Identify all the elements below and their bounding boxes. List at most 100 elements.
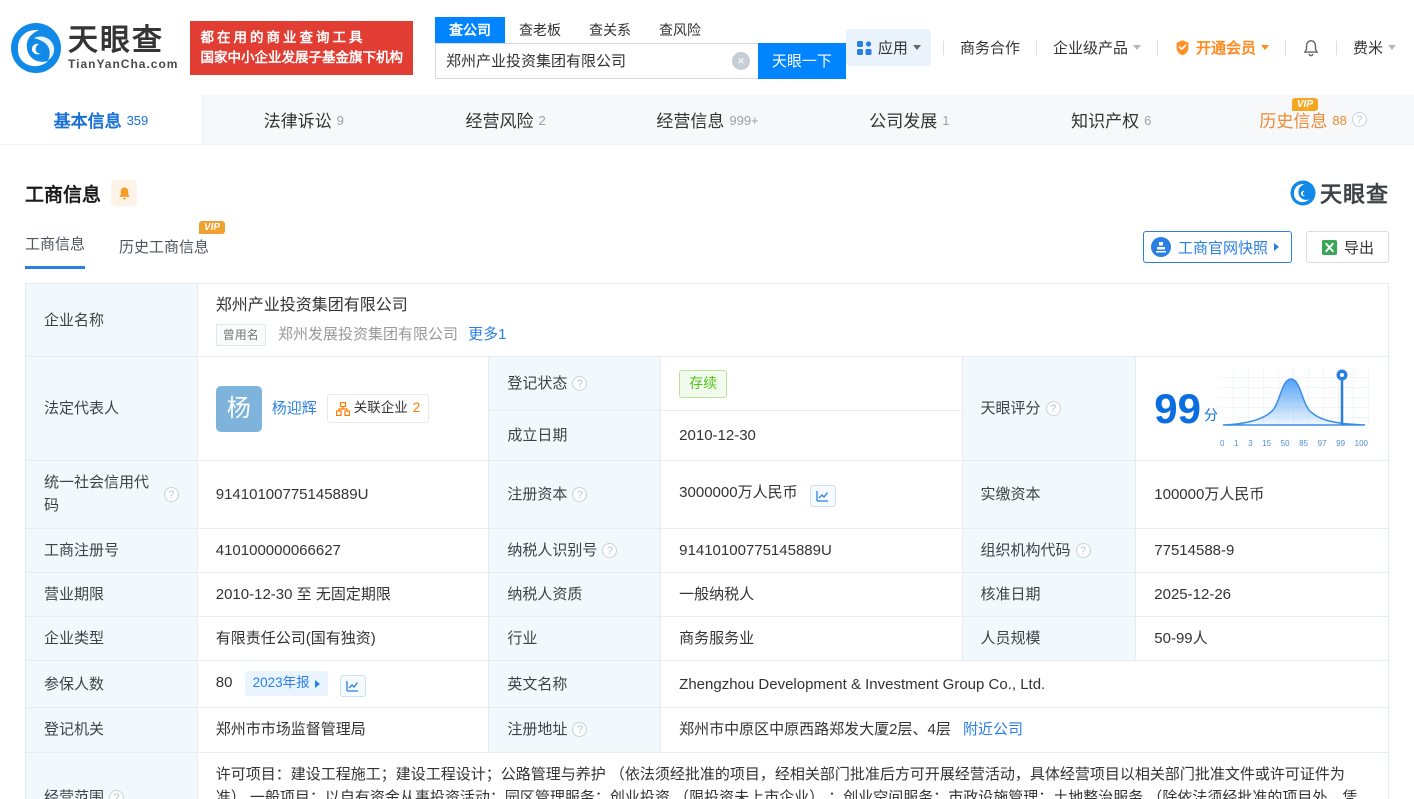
reg-capital-help-icon[interactable]: ? — [572, 486, 588, 502]
row-insured-count: 参保人数 80 2023年报 英文名称 Zhengzhou Developmen… — [25, 660, 1389, 709]
nav-apps-menu[interactable]: 应用 — [845, 29, 931, 66]
tab-business-info[interactable]: 经营信息 999+ — [607, 95, 809, 144]
watermark-logo-icon — [1290, 180, 1316, 206]
row-company-name: 企业名称 郑州产业投资集团有限公司 曾用名 郑州发展投资集团有限公司 更多1 — [25, 282, 1390, 358]
nav-user-menu[interactable]: 费米 — [1349, 37, 1400, 58]
tab-intellectual-property[interactable]: 知识产权 6 — [1010, 95, 1212, 144]
business-term-value: 2010-12-30 至 无固定期限 — [196, 571, 490, 618]
reg-number-label: 工商注册号 — [25, 527, 198, 573]
nav-cooperation-label: 商务合作 — [959, 40, 1020, 57]
legal-rep-avatar[interactable]: 杨 — [215, 385, 262, 432]
notification-bell-icon — [1303, 39, 1319, 56]
search-tab-company[interactable]: 查公司 — [434, 16, 505, 43]
subtab-business-info[interactable]: 工商信息 — [25, 233, 86, 269]
export-button[interactable]: 导出 — [1305, 231, 1389, 263]
paid-capital-label: 实缴资本 — [961, 460, 1137, 529]
reg-status-label: 登记状态? — [488, 356, 662, 412]
insured-count-cell: 80 2023年报 — [196, 660, 490, 709]
tab-basic-info[interactable]: 基本信息 359 — [0, 95, 203, 144]
apps-grid-icon — [856, 40, 872, 55]
tab-company-development[interactable]: 公司发展 1 — [808, 95, 1010, 144]
business-scope-help-icon[interactable]: ? — [109, 789, 125, 799]
tab-basic-info-count: 359 — [126, 113, 149, 128]
taxpayer-quality-value: 一般纳税人 — [660, 571, 963, 618]
search-tab-boss[interactable]: 查老板 — [505, 17, 575, 43]
row-company-type: 企业类型 有限责任公司(国有独资) 行业 商务服务业 人员规模 50-99人 — [25, 616, 1389, 662]
search-tab-relation[interactable]: 查关系 — [575, 17, 645, 43]
taxpayer-id-help-icon[interactable]: ? — [602, 542, 618, 558]
nav-enterprise-products[interactable]: 企业级产品 — [1049, 37, 1145, 58]
monitor-bell-icon[interactable] — [111, 180, 138, 206]
row-business-scope: 经营范围? 许可项目：建设工程施工；建设工程设计；公路管理与养护 （依法须经批准… — [25, 751, 1390, 799]
approval-date-label: 核准日期 — [961, 571, 1137, 618]
taxpayer-id-label: 纳税人识别号? — [488, 527, 662, 573]
section-title: 工商信息 — [25, 184, 102, 206]
reg-authority-value: 郑州市市场监督管理局 — [196, 707, 490, 753]
former-name-badge: 曾用名 — [215, 323, 266, 347]
score-chart-ticks: 0 1 3 15 50 85 97 99 100 — [1220, 438, 1368, 448]
stamp-icon — [1150, 237, 1171, 257]
site-header: 天眼查 TianYanCha.com 都在用的商业查询工具 国家中小企业发展子基… — [0, 0, 1414, 95]
score-distribution-chart: 0 1 3 15 50 85 97 99 100 — [1218, 367, 1370, 450]
business-scope-label: 经营范围? — [25, 751, 198, 799]
annual-report-badge[interactable]: 2023年报 — [244, 671, 328, 697]
industry-label: 行业 — [488, 616, 662, 662]
nav-notifications[interactable] — [1298, 39, 1324, 57]
brand-slogan: 都在用的商业查询工具 国家中小企业发展子基金旗下机构 — [190, 20, 413, 75]
top-nav: 应用 商务合作 企业级产品 开通会员 费米 — [845, 29, 1400, 66]
subtab-history-business-info[interactable]: VIP 历史工商信息 — [119, 221, 226, 269]
status-badge: 存续 — [679, 369, 728, 398]
credit-code-help-icon[interactable]: ? — [163, 486, 179, 502]
org-code-help-icon[interactable]: ? — [1075, 542, 1091, 558]
company-type-label: 企业类型 — [25, 616, 198, 662]
official-snapshot-button[interactable]: 工商官网快照 — [1142, 231, 1292, 263]
history-help-icon[interactable]: ? — [1351, 112, 1367, 127]
section-header: 工商信息 天眼查 — [25, 177, 1389, 209]
logo-text-cn: 天眼查 — [68, 23, 164, 57]
tyc-score-unit: 分 — [1204, 406, 1218, 423]
establish-date-label: 成立日期 — [488, 410, 662, 462]
tab-legal-litigation[interactable]: 法律诉讼 9 — [203, 95, 405, 144]
vip-crown-icon — [1176, 40, 1189, 56]
excel-icon — [1321, 239, 1338, 255]
search-tab-risk[interactable]: 查风险 — [645, 17, 715, 43]
tyc-score-help-icon[interactable]: ? — [1045, 401, 1061, 417]
nav-cooperation[interactable]: 商务合作 — [956, 37, 1024, 58]
reg-status-help-icon[interactable]: ? — [572, 376, 588, 392]
company-name-cell: 郑州产业投资集团有限公司 曾用名 郑州发展投资集团有限公司 更多1 — [196, 282, 1390, 358]
legal-rep-cell: 杨 杨迎辉 关联企业 2 — [196, 356, 490, 462]
reg-capital-trend-icon[interactable] — [809, 485, 836, 508]
search-input[interactable] — [434, 42, 758, 79]
row-reg-authority: 登记机关 郑州市市场监督管理局 注册地址? 郑州市中原区中原西路郑发大厦2层、4… — [25, 707, 1389, 753]
clear-search-icon[interactable]: × — [731, 51, 750, 70]
search-tabs: 查公司 查老板 查关系 查风险 — [434, 16, 846, 43]
history-vip-badge: VIP — [1291, 98, 1319, 111]
approval-date-value: 2025-12-26 — [1135, 571, 1389, 618]
subtab-vip-badge: VIP — [198, 221, 226, 234]
company-name-value: 郑州产业投资集团有限公司 — [215, 297, 408, 314]
tab-history-info[interactable]: VIP 历史信息 88 ? — [1212, 95, 1414, 144]
tianyancha-company-page: 天眼查 TianYanCha.com 都在用的商业查询工具 国家中小企业发展子基… — [0, 0, 1414, 799]
nav-username: 费米 — [1352, 40, 1383, 57]
related-companies-badge[interactable]: 关联企业 2 — [326, 394, 430, 424]
taxpayer-quality-label: 纳税人资质 — [488, 571, 662, 618]
logo-text-en: TianYanCha.com — [68, 56, 179, 71]
tab-operation-risk[interactable]: 经营风险 2 — [405, 95, 607, 144]
business-info-table: 企业名称 郑州产业投资集团有限公司 曾用名 郑州发展投资集团有限公司 更多1 法… — [25, 282, 1390, 799]
main-content: 工商信息 天眼查 工商信息 VIP 历史工商信息 工商官网快照 导出 企业名称 … — [0, 177, 1414, 799]
slogan-line-2: 国家中小企业发展子基金旗下机构 — [200, 49, 403, 65]
reg-capital-label: 注册资本? — [488, 460, 662, 529]
tyc-score-value: 99 — [1154, 384, 1201, 432]
nearby-companies-link[interactable]: 附近公司 — [963, 721, 1023, 738]
legal-rep-name-link[interactable]: 杨迎辉 — [272, 397, 317, 420]
more-former-names-link[interactable]: 更多1 — [468, 326, 506, 343]
related-companies-count: 2 — [412, 400, 421, 416]
english-name-value: Zhengzhou Development & Investment Group… — [660, 660, 1389, 709]
nav-open-vip[interactable]: 开通会员 — [1170, 37, 1273, 58]
reg-address-help-icon[interactable]: ? — [572, 722, 588, 738]
tianyancha-logo-icon — [11, 22, 61, 73]
site-logo[interactable]: 天眼查 TianYanCha.com — [10, 22, 178, 74]
search-button[interactable]: 天眼一下 — [757, 42, 846, 79]
tab-basic-info-label: 基本信息 — [53, 112, 122, 131]
insured-count-trend-icon[interactable] — [339, 675, 366, 698]
